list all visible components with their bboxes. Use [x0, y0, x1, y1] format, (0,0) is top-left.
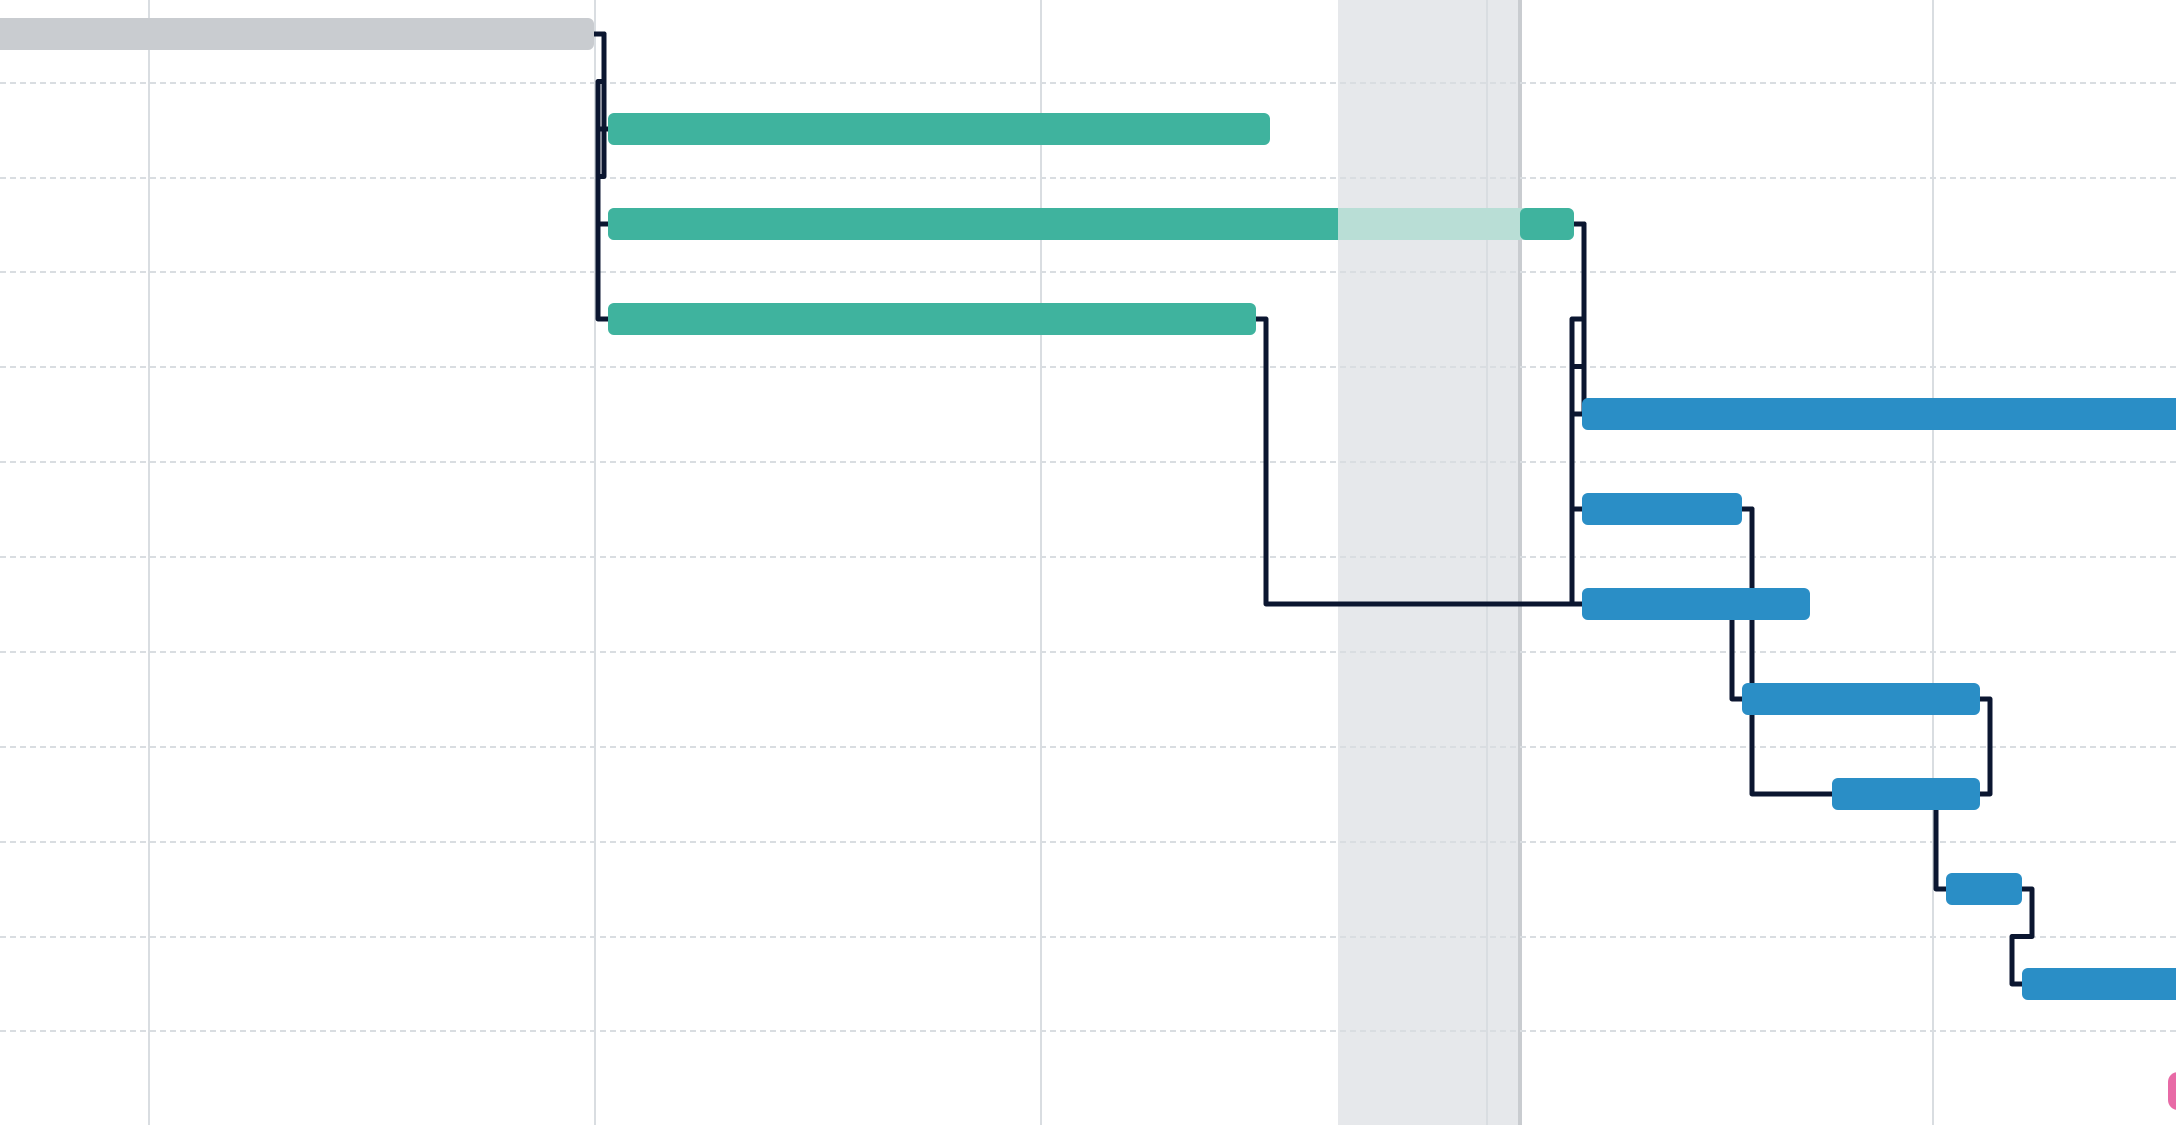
row-separator — [0, 461, 2176, 463]
row-separator — [0, 271, 2176, 273]
edge-marker — [2168, 1072, 2176, 1110]
gantt-chart[interactable] — [0, 0, 2176, 1125]
weekend-shade — [1338, 0, 1520, 1125]
task-bar[interactable] — [608, 303, 1256, 335]
task-bar[interactable] — [608, 208, 1338, 240]
vertical-gridline — [148, 0, 150, 1125]
task-bar[interactable] — [1946, 873, 2022, 905]
row-separator — [0, 177, 2176, 179]
task-bar[interactable] — [1832, 778, 1980, 810]
task-bar[interactable] — [1582, 588, 1810, 620]
task-bar[interactable] — [0, 18, 594, 50]
row-separator — [0, 936, 2176, 938]
vertical-gridline — [594, 0, 596, 1125]
vertical-gridline — [1932, 0, 1934, 1125]
vertical-gridline — [1486, 0, 1488, 1125]
row-separator — [0, 1030, 2176, 1032]
task-bar[interactable] — [608, 113, 1270, 145]
dependency-layer — [0, 0, 2176, 1125]
task-bar[interactable] — [1582, 493, 1742, 525]
dependency-connector — [1572, 224, 1584, 414]
task-bar[interactable] — [1582, 398, 2176, 430]
row-separator — [0, 841, 2176, 843]
task-bar[interactable] — [1520, 208, 1574, 240]
task-bar[interactable] — [2022, 968, 2176, 1000]
row-separator — [0, 556, 2176, 558]
vertical-gridline — [1040, 0, 1042, 1125]
task-bar[interactable] — [1742, 683, 1980, 715]
row-separator — [0, 82, 2176, 84]
row-separator — [0, 651, 2176, 653]
weekend-shade-right-edge — [1518, 0, 1522, 1125]
row-separator — [0, 746, 2176, 748]
row-separator — [0, 366, 2176, 368]
dependency-connector — [594, 34, 608, 224]
